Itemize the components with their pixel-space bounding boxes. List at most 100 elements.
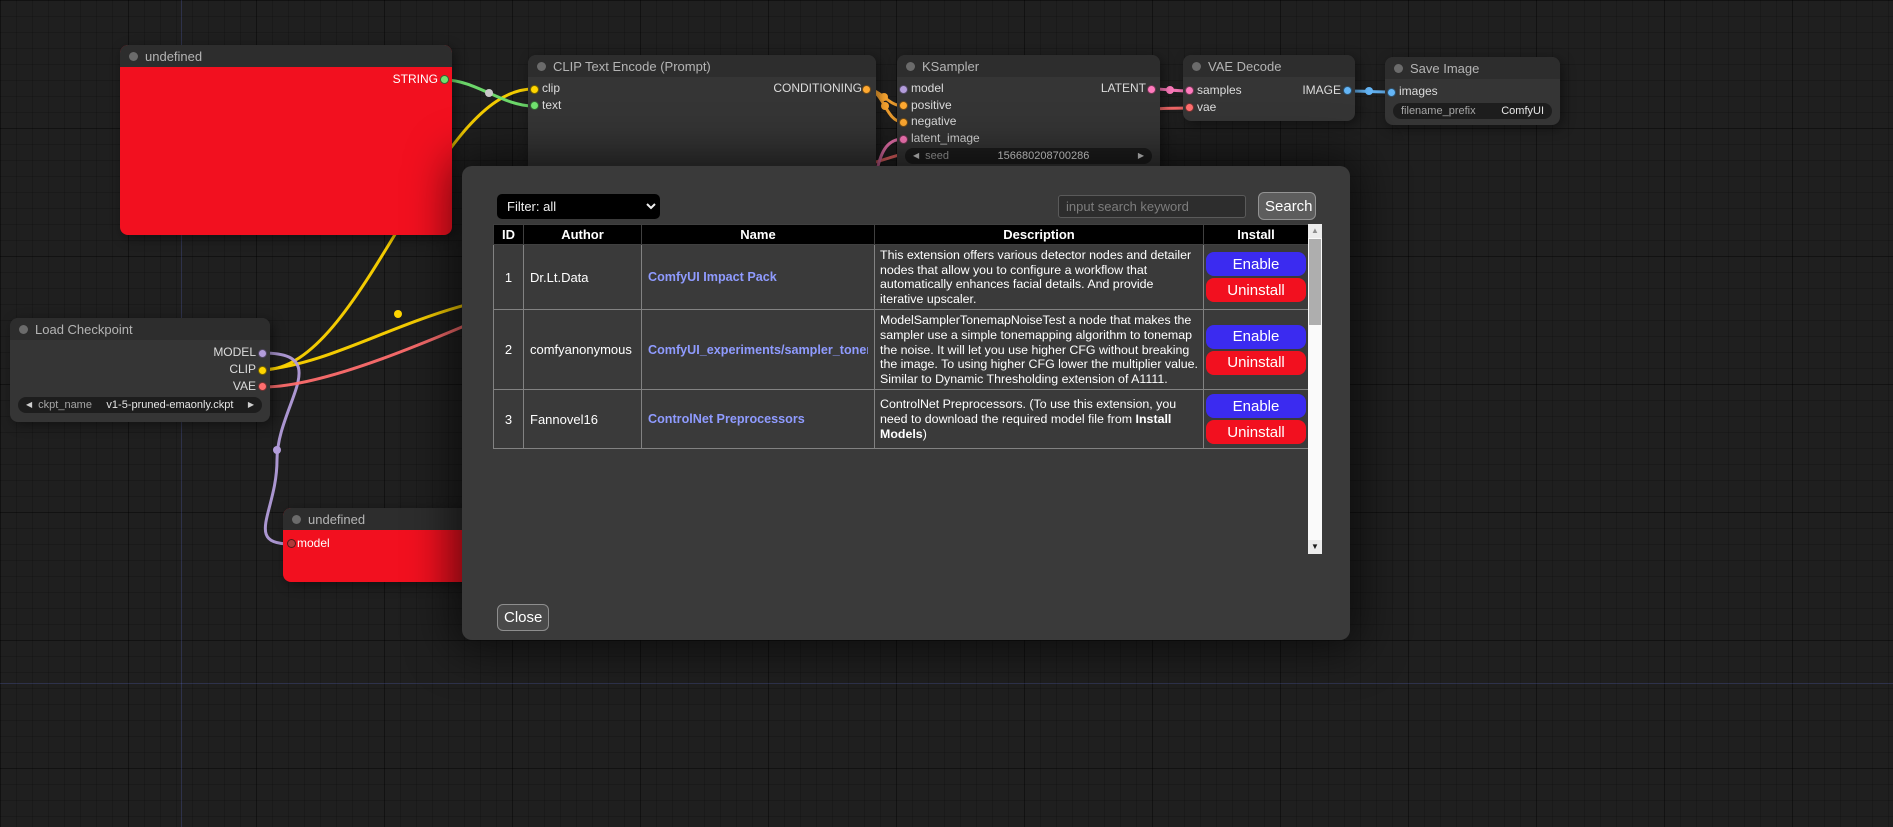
collapse-dot-icon[interactable] (292, 515, 301, 524)
widget-value: 156680208700286 (955, 150, 1132, 162)
extension-link[interactable]: ControlNet Preprocessors (648, 412, 868, 426)
scroll-down-icon[interactable]: ▼ (1308, 540, 1322, 554)
extension-table-container: ID Author Name Description Install 1 Dr.… (493, 224, 1322, 554)
stepper-right-icon[interactable]: ▶ (1138, 148, 1144, 164)
input-port-text[interactable] (530, 101, 539, 110)
node-title: VAE Decode (1183, 55, 1355, 77)
input-label-model: model (911, 82, 944, 95)
extension-table: ID Author Name Description Install 1 Dr.… (493, 224, 1309, 449)
stepper-left-icon[interactable]: ◀ (26, 397, 32, 413)
input-label-model: model (297, 537, 330, 550)
input-port-latent-image[interactable] (899, 135, 908, 144)
output-port-conditioning[interactable] (862, 85, 871, 94)
cell-name: ControlNet Preprocessors (642, 390, 875, 449)
collapse-dot-icon[interactable] (906, 62, 915, 71)
output-port-model[interactable] (258, 349, 267, 358)
widget-label: ckpt_name (38, 399, 92, 411)
node-title: KSampler (897, 55, 1160, 77)
collapse-dot-icon[interactable] (129, 52, 138, 61)
enable-button[interactable]: Enable (1206, 394, 1306, 418)
input-label-samples: samples (1197, 84, 1242, 97)
extension-link[interactable]: ComfyUI Impact Pack (648, 270, 868, 284)
input-port-clip[interactable] (530, 85, 539, 94)
link-dot (1166, 86, 1174, 94)
widget-label: filename_prefix (1401, 105, 1476, 117)
table-scrollbar[interactable]: ▲ ▼ (1308, 224, 1322, 554)
stepper-right-icon[interactable]: ▶ (248, 397, 254, 413)
output-port-latent[interactable] (1147, 85, 1156, 94)
node-title-label: Load Checkpoint (35, 322, 133, 337)
search-input[interactable] (1058, 195, 1246, 218)
cell-id: 1 (494, 245, 524, 310)
extension-row: 1 Dr.Lt.Data ComfyUI Impact Pack This ex… (494, 245, 1309, 310)
filter-select[interactable]: Filter: all (497, 194, 660, 219)
output-label-latent: LATENT (1101, 82, 1146, 95)
uninstall-button[interactable]: Uninstall (1206, 351, 1306, 375)
search-button[interactable]: Search (1258, 192, 1316, 220)
input-label-positive: positive (911, 99, 952, 112)
node-save-image[interactable]: Save Image images filename_prefix ComfyU… (1385, 57, 1560, 125)
scrollbar-thumb[interactable] (1309, 239, 1321, 325)
output-port-string[interactable] (440, 75, 449, 84)
description-text: ) (923, 427, 927, 441)
collapse-dot-icon[interactable] (1394, 64, 1403, 73)
ckpt-name-widget[interactable]: ◀ ckpt_name v1-5-pruned-emaonly.ckpt ▶ (18, 397, 262, 413)
input-port-model[interactable] (899, 85, 908, 94)
node-vae-decode[interactable]: VAE Decode samples vae IMAGE (1183, 55, 1355, 121)
input-port-model[interactable] (287, 539, 296, 548)
output-port-image[interactable] (1343, 86, 1352, 95)
cell-id: 3 (494, 390, 524, 449)
close-button[interactable]: Close (497, 604, 549, 631)
input-port-samples[interactable] (1185, 86, 1194, 95)
input-label-text: text (542, 99, 561, 112)
extension-row: 2 comfyanonymous ComfyUI_experiments/sam… (494, 310, 1309, 390)
output-label-conditioning: CONDITIONING (773, 82, 862, 95)
header-author: Author (524, 225, 642, 245)
table-header-row: ID Author Name Description Install (494, 225, 1309, 245)
link-dot (1365, 87, 1373, 95)
cell-author: comfyanonymous (524, 310, 642, 390)
extension-link[interactable]: ComfyUI_experiments/sampler_tonemap (648, 343, 868, 357)
cell-install: Enable Uninstall (1204, 245, 1309, 310)
graph-canvas[interactable]: undefined STRING CLIP Text Encode (Promp… (0, 0, 1893, 827)
cell-install: Enable Uninstall (1204, 390, 1309, 449)
collapse-dot-icon[interactable] (19, 325, 28, 334)
seed-widget[interactable]: ◀ seed 156680208700286 ▶ (905, 148, 1152, 164)
node-load-checkpoint[interactable]: Load Checkpoint MODEL CLIP VAE ◀ ckpt_na… (10, 318, 270, 422)
node-title-label: VAE Decode (1208, 59, 1281, 74)
collapse-dot-icon[interactable] (537, 62, 546, 71)
collapse-dot-icon[interactable] (1192, 62, 1201, 71)
header-install: Install (1204, 225, 1309, 245)
output-label-string: STRING (393, 73, 438, 86)
input-port-negative[interactable] (899, 118, 908, 127)
node-undefined-top[interactable]: undefined STRING (120, 45, 452, 235)
header-name: Name (642, 225, 875, 245)
scroll-up-icon[interactable]: ▲ (1308, 224, 1322, 238)
uninstall-button[interactable]: Uninstall (1206, 278, 1306, 302)
enable-button[interactable]: Enable (1206, 325, 1306, 349)
filename-prefix-widget[interactable]: filename_prefix ComfyUI (1393, 103, 1552, 119)
input-port-positive[interactable] (899, 101, 908, 110)
link-dot (880, 93, 888, 101)
uninstall-button[interactable]: Uninstall (1206, 420, 1306, 444)
cell-author: Dr.Lt.Data (524, 245, 642, 310)
node-ksampler[interactable]: KSampler model positive negative latent_… (897, 55, 1160, 175)
node-title: Save Image (1385, 57, 1560, 79)
enable-button[interactable]: Enable (1206, 252, 1306, 276)
input-port-vae[interactable] (1185, 103, 1194, 112)
link-dot (485, 89, 493, 97)
widget-value: v1-5-pruned-emaonly.ckpt (98, 399, 242, 411)
output-port-clip[interactable] (258, 366, 267, 375)
input-label-negative: negative (911, 115, 956, 128)
node-title: Load Checkpoint (10, 318, 270, 340)
description-text: ControlNet Preprocessors. (To use this e… (880, 397, 1176, 426)
node-title-label: CLIP Text Encode (Prompt) (553, 59, 711, 74)
output-label-clip: CLIP (229, 363, 256, 376)
widget-label: seed (925, 150, 949, 162)
cell-name: ComfyUI_experiments/sampler_tonemap (642, 310, 875, 390)
output-port-vae[interactable] (258, 382, 267, 391)
input-port-images[interactable] (1387, 88, 1396, 97)
stepper-left-icon[interactable]: ◀ (913, 148, 919, 164)
node-title: CLIP Text Encode (Prompt) (528, 55, 876, 77)
extension-row: 3 Fannovel16 ControlNet Preprocessors Co… (494, 390, 1309, 449)
